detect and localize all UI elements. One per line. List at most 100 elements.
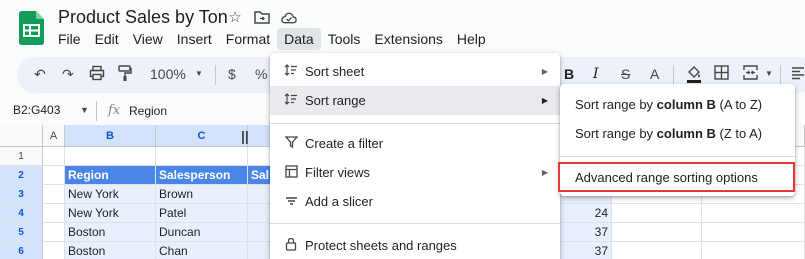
- table-cell[interactable]: [65, 147, 156, 166]
- sort-label-suffix: (A to Z): [715, 97, 763, 112]
- column-header-b[interactable]: B: [65, 125, 156, 147]
- freeze-handle[interactable]: ||: [241, 128, 249, 144]
- sort-a-to-z-item[interactable]: Sort range by column B (A to Z): [560, 90, 795, 119]
- menu-item-protect-sheets[interactable]: Protect sheets and ranges: [270, 231, 560, 259]
- table-cell[interactable]: [248, 242, 272, 259]
- table-cell[interactable]: [612, 223, 702, 242]
- table-cell[interactable]: Chan: [156, 242, 248, 259]
- star-icon[interactable]: ☆: [227, 9, 243, 26]
- table-cell[interactable]: Boston: [65, 223, 156, 242]
- document-title[interactable]: Product Sales by Ton: [58, 7, 228, 28]
- sort-label-column: column B: [656, 97, 716, 112]
- row-header-3[interactable]: 3: [0, 185, 43, 204]
- table-header-cell[interactable]: Salesperson: [156, 166, 248, 185]
- bold-button[interactable]: B: [564, 66, 574, 82]
- menu-item-sort-range[interactable]: Sort range ▶: [270, 86, 560, 115]
- column-header-c[interactable]: C: [156, 125, 248, 147]
- table-cell[interactable]: [43, 242, 65, 259]
- zoom-select[interactable]: 100%: [150, 66, 186, 82]
- table-header-cell[interactable]: Region: [65, 166, 156, 185]
- sheets-window: Product Sales by Ton ☆ File Edit View In…: [0, 0, 805, 259]
- table-cell[interactable]: New York: [65, 204, 156, 223]
- menu-data[interactable]: Data: [277, 28, 321, 50]
- sort-label-suffix: (Z to A): [715, 126, 763, 141]
- table-cell[interactable]: [156, 147, 248, 166]
- row-header-2[interactable]: 2: [0, 166, 43, 185]
- format-currency-button[interactable]: $: [228, 66, 236, 82]
- row-header-6[interactable]: 6: [0, 242, 43, 259]
- table-cell[interactable]: 37: [560, 242, 612, 259]
- table-cell[interactable]: [248, 204, 272, 223]
- move-folder-icon[interactable]: [254, 9, 270, 25]
- cloud-status-icon[interactable]: [281, 9, 297, 25]
- table-cell[interactable]: [612, 204, 702, 223]
- menu-item-label: Sort sheet: [305, 64, 365, 79]
- row-header-5[interactable]: 5: [0, 223, 43, 242]
- format-percent-button[interactable]: %: [255, 66, 267, 82]
- italic-button[interactable]: I: [593, 66, 599, 82]
- table-cell[interactable]: 37: [560, 223, 612, 242]
- zoom-chevron-down-icon[interactable]: ▼: [195, 69, 203, 78]
- table-cell[interactable]: New York: [65, 185, 156, 204]
- row-header-1[interactable]: 1: [0, 147, 43, 166]
- menu-item-add-slicer[interactable]: Add a slicer: [270, 187, 560, 216]
- borders-icon[interactable]: [714, 65, 729, 83]
- table-cell[interactable]: Boston: [65, 242, 156, 259]
- menu-view[interactable]: View: [126, 28, 170, 50]
- menu-file[interactable]: File: [51, 28, 88, 50]
- table-cell[interactable]: [702, 242, 805, 259]
- strikethrough-button[interactable]: S: [621, 66, 630, 82]
- table-cell[interactable]: [43, 223, 65, 242]
- table-cell[interactable]: [248, 223, 272, 242]
- table-cell[interactable]: [43, 204, 65, 223]
- submenu-arrow-icon: ▶: [541, 96, 548, 105]
- menu-item-label: Add a slicer: [305, 194, 373, 209]
- fill-color-icon[interactable]: [686, 64, 702, 86]
- menu-item-sort-sheet[interactable]: Sort sheet ▶: [270, 57, 560, 86]
- table-cell[interactable]: [43, 147, 65, 166]
- table-cell[interactable]: [702, 223, 805, 242]
- menu-extensions[interactable]: Extensions: [367, 28, 449, 50]
- table-cell[interactable]: Brown: [156, 185, 248, 204]
- redo-icon[interactable]: ↷: [62, 66, 74, 83]
- menu-format[interactable]: Format: [219, 28, 277, 50]
- formula-input[interactable]: Region: [129, 104, 167, 118]
- table-cell[interactable]: [248, 147, 272, 166]
- undo-icon[interactable]: ↶: [34, 66, 46, 83]
- formula-divider: [96, 101, 97, 121]
- table-cell[interactable]: Patel: [156, 204, 248, 223]
- menu-help[interactable]: Help: [450, 28, 493, 50]
- text-color-button[interactable]: A: [650, 66, 659, 82]
- sort-z-to-a-item[interactable]: Sort range by column B (Z to A): [560, 119, 795, 148]
- name-box-chevron-down-icon[interactable]: ▼: [80, 105, 89, 115]
- name-box[interactable]: B2:G403: [13, 103, 60, 117]
- table-header-cell[interactable]: Sal: [248, 166, 272, 185]
- column-header-d[interactable]: [248, 125, 272, 147]
- submenu-arrow-icon: ▶: [541, 168, 548, 177]
- menu-item-label: Filter views: [305, 165, 371, 180]
- highlight-outline: [558, 162, 795, 192]
- row-header-4[interactable]: 4: [0, 204, 43, 223]
- table-cell[interactable]: [43, 166, 65, 185]
- print-icon[interactable]: [89, 65, 105, 84]
- table-cell[interactable]: [248, 185, 272, 204]
- menu-item-create-filter[interactable]: Create a filter: [270, 129, 560, 158]
- sheets-logo-icon[interactable]: [19, 11, 44, 45]
- table-cell[interactable]: Duncan: [156, 223, 248, 242]
- menu-tools[interactable]: Tools: [321, 28, 368, 50]
- table-cell[interactable]: [43, 185, 65, 204]
- menu-divider: [270, 123, 560, 124]
- paint-format-icon[interactable]: [118, 65, 132, 85]
- select-all-corner[interactable]: [0, 125, 43, 147]
- align-left-icon[interactable]: [791, 66, 805, 83]
- table-cell[interactable]: [702, 204, 805, 223]
- menu-insert[interactable]: Insert: [170, 28, 219, 50]
- merge-chevron-down-icon[interactable]: ▼: [765, 69, 773, 78]
- menu-edit[interactable]: Edit: [88, 28, 126, 50]
- column-header-a[interactable]: A: [43, 125, 65, 147]
- table-cell[interactable]: [612, 242, 702, 259]
- table-cell[interactable]: 24: [560, 204, 612, 223]
- menu-item-label: Create a filter: [305, 136, 384, 151]
- menu-item-filter-views[interactable]: Filter views ▶: [270, 158, 560, 187]
- merge-cells-icon[interactable]: [743, 65, 758, 83]
